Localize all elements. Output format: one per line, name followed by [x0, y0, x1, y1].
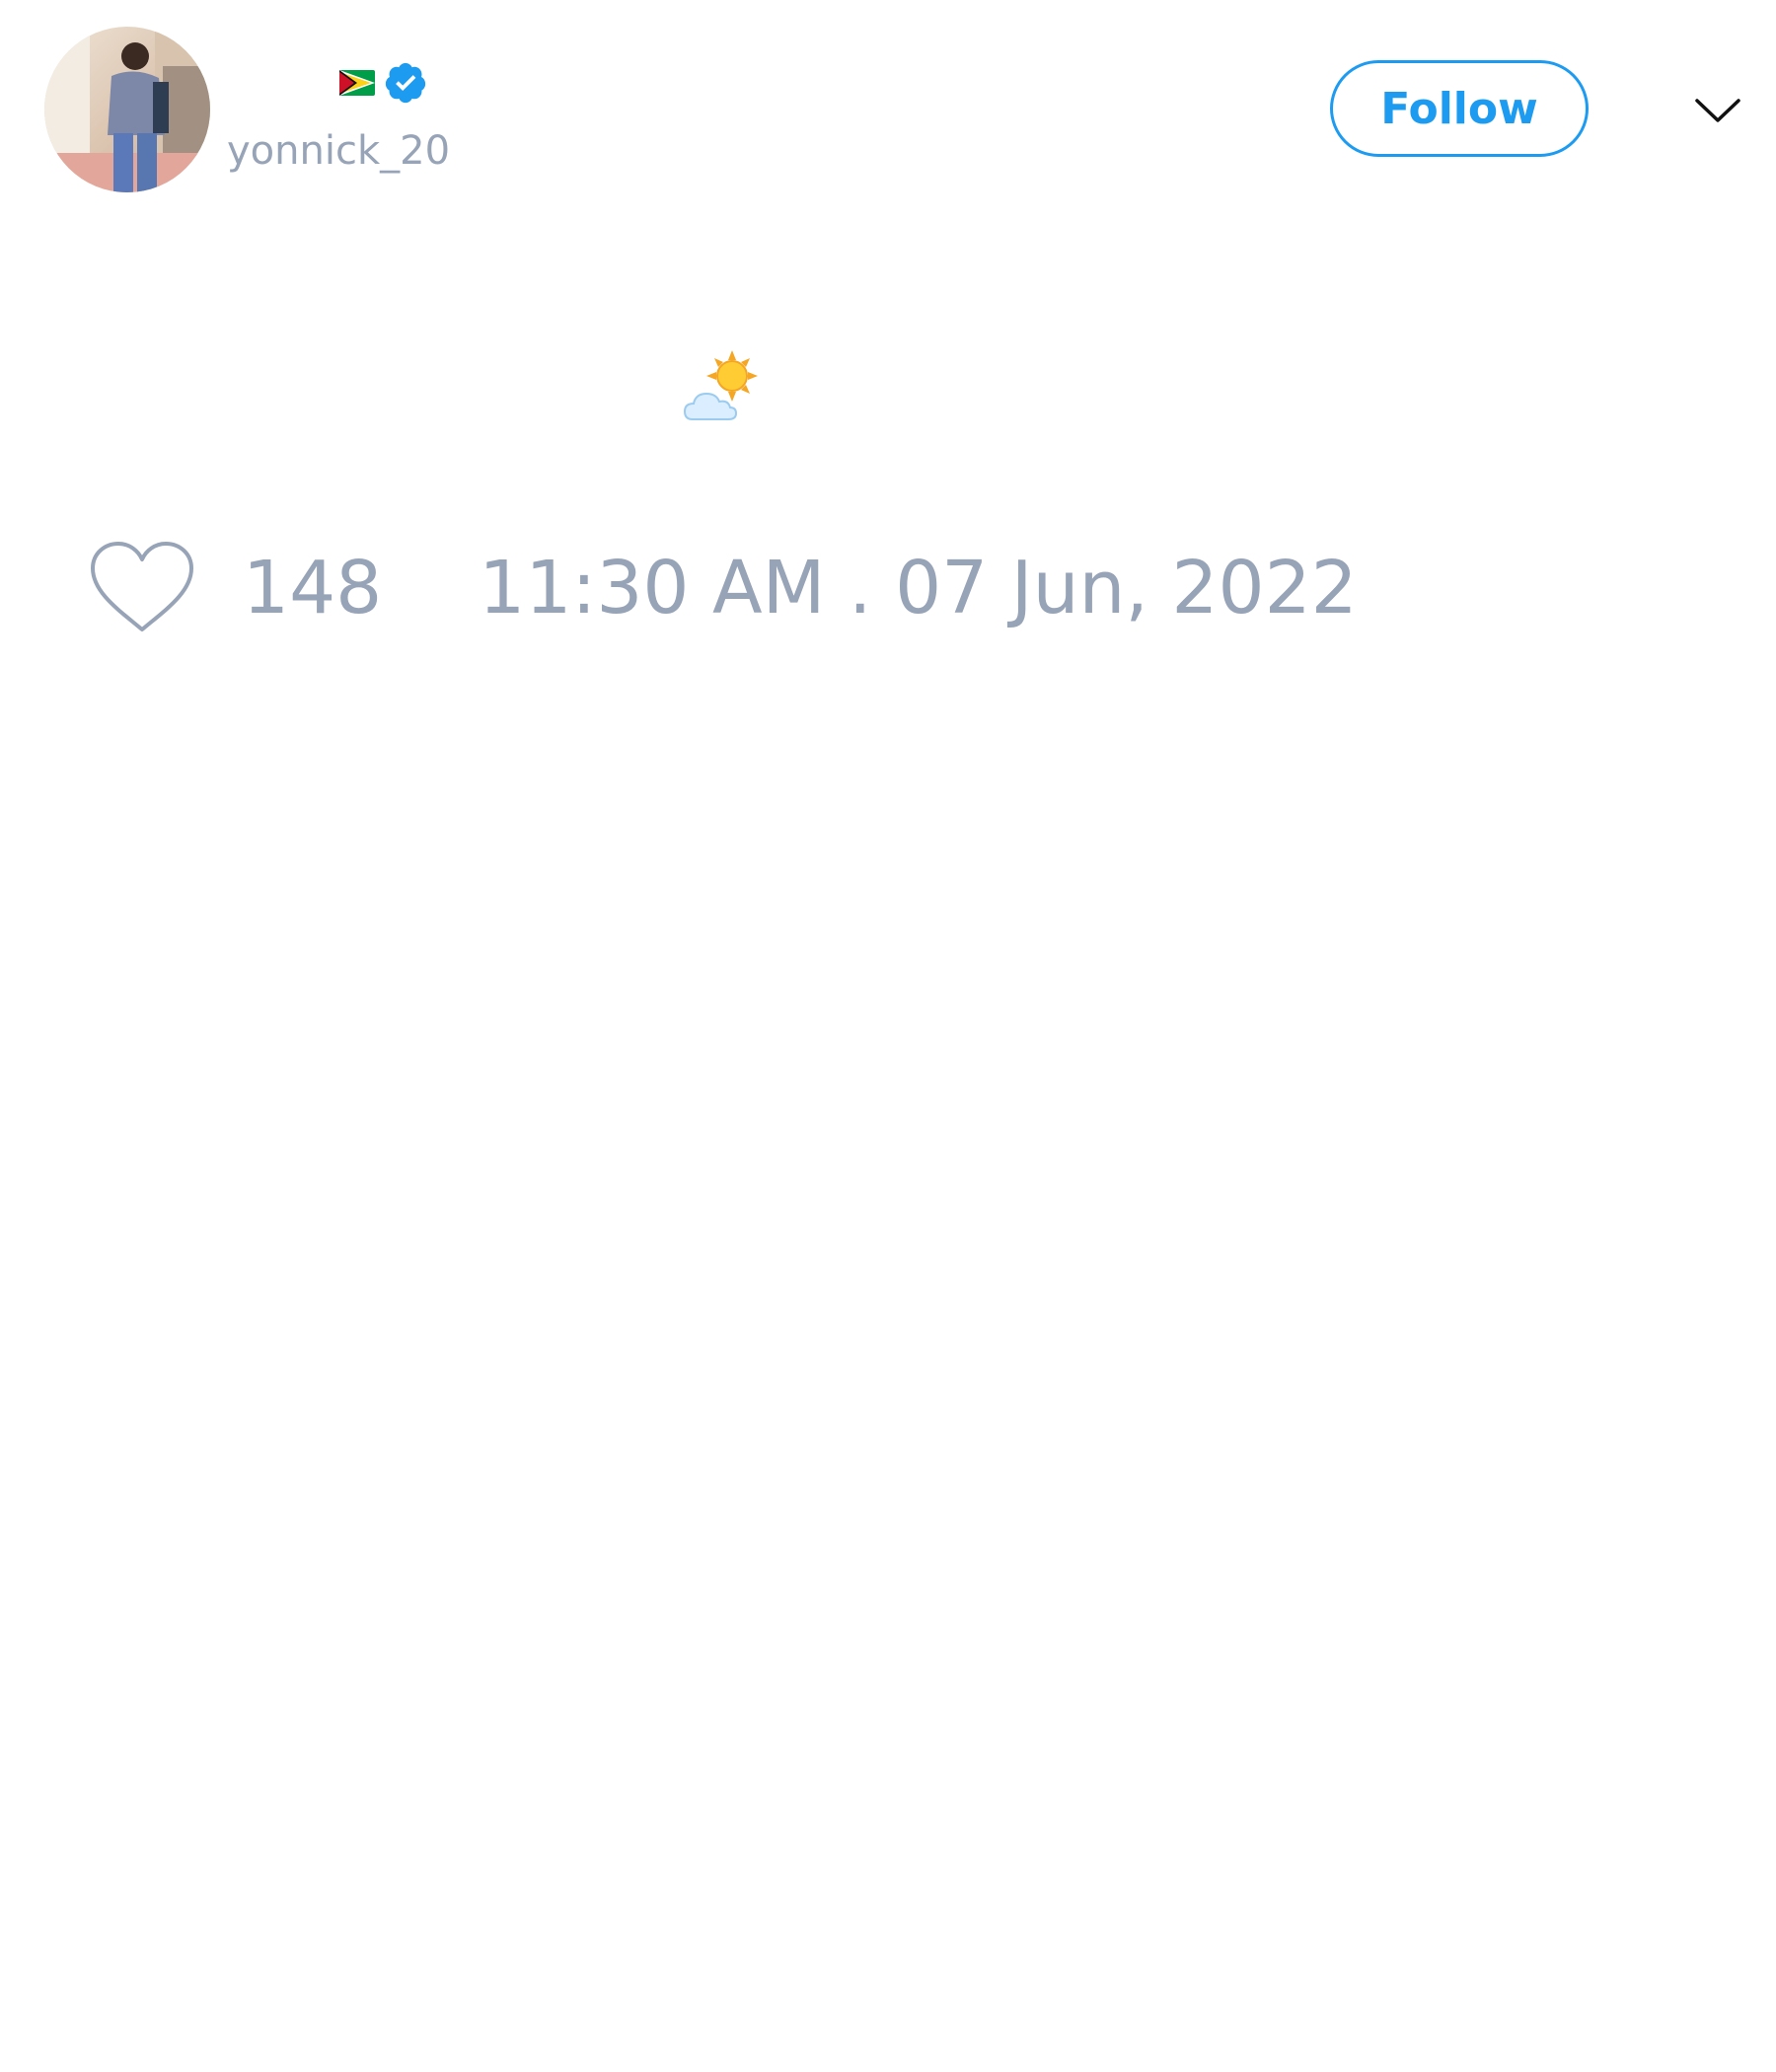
follow-button[interactable]: Follow [1330, 60, 1589, 157]
verified-badge-icon [383, 60, 428, 106]
like-count: 148 [243, 546, 383, 630]
chevron-down-icon[interactable] [1693, 91, 1742, 128]
sun-behind-cloud-emoji [683, 350, 766, 425]
tweet-footer: 148 11:30 AM . 07 Jun, 2022 [89, 541, 1358, 635]
guyana-flag-icon [339, 70, 375, 96]
heart-icon[interactable] [89, 541, 195, 635]
avatar-photo [44, 27, 210, 192]
author-handle[interactable]: yonnick_20 [227, 126, 450, 176]
tweet-card: yonnick_20 Follow 148 11:30 AM . 07 Jun,… [0, 0, 1776, 2072]
display-name-row [339, 57, 428, 109]
tweet-timestamp[interactable]: 11:30 AM . 07 Jun, 2022 [479, 541, 1358, 635]
avatar[interactable] [44, 27, 210, 192]
